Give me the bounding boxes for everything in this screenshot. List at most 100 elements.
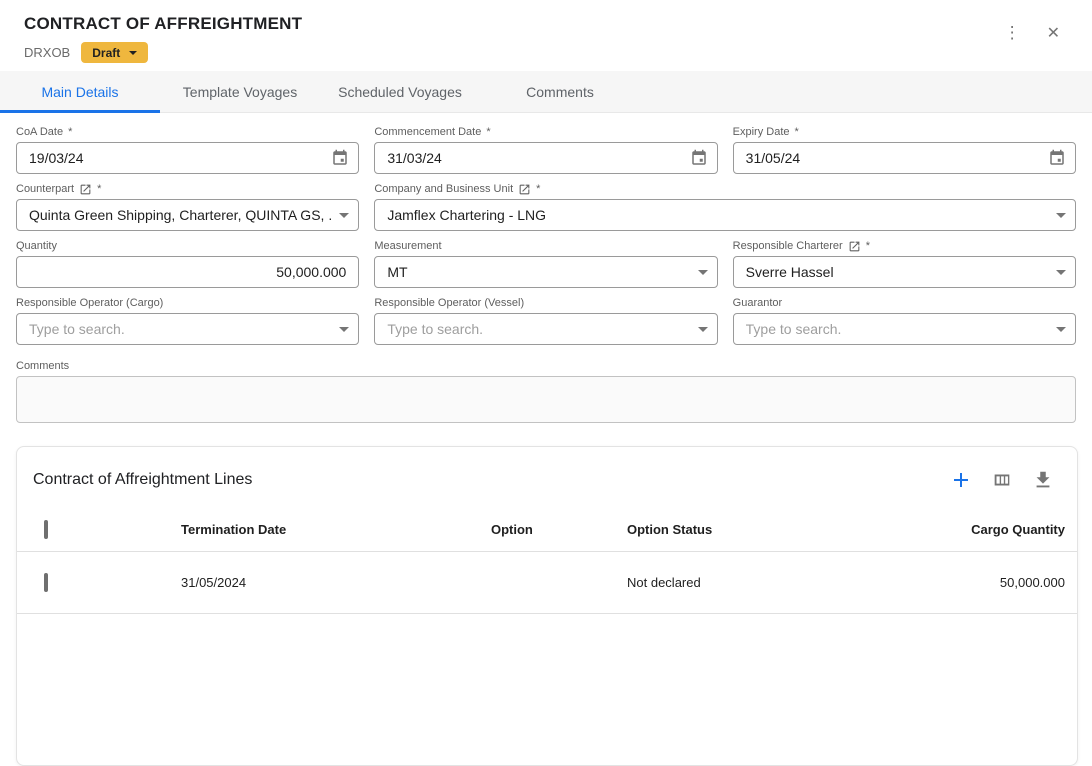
calendar-icon[interactable] bbox=[690, 149, 708, 167]
measurement-label: Measurement bbox=[374, 240, 441, 253]
expiry-date-input[interactable] bbox=[746, 150, 1042, 166]
coa-date-label: CoA Date bbox=[16, 126, 63, 139]
lines-table-header: Termination Date Option Option Status Ca… bbox=[17, 508, 1077, 552]
dropdown-caret-icon[interactable] bbox=[1056, 327, 1066, 332]
contract-lines-card: Contract of Affreightment Lines Terminat… bbox=[16, 446, 1078, 766]
field-quantity: Quantity bbox=[16, 240, 359, 288]
select-all-checkbox[interactable] bbox=[44, 520, 48, 539]
responsible-operator-vessel-label: Responsible Operator (Vessel) bbox=[374, 297, 524, 310]
field-guarantor: Guarantor bbox=[733, 297, 1076, 345]
responsible-charterer-input[interactable] bbox=[746, 264, 1050, 280]
columns-button[interactable] bbox=[990, 468, 1014, 492]
commencement-date-input[interactable] bbox=[387, 150, 683, 166]
commencement-date-label: Commencement Date bbox=[374, 126, 481, 139]
lines-card-title: Contract of Affreightment Lines bbox=[33, 471, 252, 489]
tab-scheduled-voyages[interactable]: Scheduled Voyages bbox=[320, 71, 480, 112]
required-marker: * bbox=[795, 126, 799, 139]
company-business-unit-select bbox=[374, 199, 1076, 231]
kebab-menu-button[interactable]: ⋮ bbox=[996, 22, 1029, 44]
row-cargo-quantity: 50,000.000 bbox=[875, 575, 1065, 590]
counterpart-input[interactable] bbox=[29, 207, 333, 223]
dropdown-caret-icon[interactable] bbox=[1056, 270, 1066, 275]
row-termination-date: 31/05/2024 bbox=[165, 575, 475, 590]
responsible-operator-cargo-label: Responsible Operator (Cargo) bbox=[16, 297, 163, 310]
header-subrow: DRXOB Draft bbox=[24, 42, 302, 63]
dropdown-caret-icon[interactable] bbox=[339, 213, 349, 218]
required-marker: * bbox=[68, 126, 72, 139]
responsible-charterer-select bbox=[733, 256, 1076, 288]
header-left: CONTRACT OF AFFREIGHTMENT DRXOB Draft bbox=[24, 13, 302, 63]
calendar-icon[interactable] bbox=[1048, 149, 1066, 167]
measurement-input[interactable] bbox=[387, 264, 691, 280]
dropdown-caret-icon[interactable] bbox=[339, 327, 349, 332]
field-responsible-operator-vessel: Responsible Operator (Vessel) bbox=[374, 297, 717, 345]
guarantor-label: Guarantor bbox=[733, 297, 783, 310]
external-link-icon[interactable] bbox=[79, 183, 92, 196]
table-row[interactable]: 31/05/2024 Not declared 50,000.000 bbox=[17, 552, 1077, 614]
plus-icon bbox=[949, 468, 973, 492]
dropdown-caret-icon[interactable] bbox=[1056, 213, 1066, 218]
chevron-down-icon bbox=[129, 51, 137, 55]
required-marker: * bbox=[866, 240, 870, 253]
calendar-icon[interactable] bbox=[331, 149, 349, 167]
external-link-icon[interactable] bbox=[848, 240, 861, 253]
responsible-operator-vessel-select bbox=[374, 313, 717, 345]
responsible-operator-cargo-input[interactable] bbox=[29, 321, 333, 337]
field-company-business-unit: Company and Business Unit* bbox=[374, 183, 1076, 231]
quantity-input[interactable] bbox=[29, 264, 349, 280]
expiry-date-label: Expiry Date bbox=[733, 126, 790, 139]
required-marker: * bbox=[97, 183, 101, 196]
row-option-status: Not declared bbox=[611, 575, 875, 590]
form-row-operators: Responsible Operator (Cargo) Responsible… bbox=[16, 297, 1076, 345]
dropdown-caret-icon[interactable] bbox=[698, 327, 708, 332]
responsible-charterer-label: Responsible Charterer bbox=[733, 240, 843, 253]
company-business-unit-label: Company and Business Unit bbox=[374, 183, 513, 196]
contract-code: DRXOB bbox=[24, 45, 70, 60]
field-counterpart: Counterpart * bbox=[16, 183, 359, 231]
field-responsible-operator-cargo: Responsible Operator (Cargo) bbox=[16, 297, 359, 345]
comments-textarea[interactable] bbox=[16, 376, 1076, 423]
column-header-option-status[interactable]: Option Status bbox=[611, 522, 875, 537]
responsible-operator-vessel-input[interactable] bbox=[387, 321, 691, 337]
tab-main-details[interactable]: Main Details bbox=[0, 71, 160, 112]
tab-template-voyages[interactable]: Template Voyages bbox=[160, 71, 320, 112]
form-row-counterpart: Counterpart * Company and Business Unit* bbox=[16, 183, 1076, 231]
responsible-operator-cargo-select bbox=[16, 313, 359, 345]
counterpart-label: Counterpart bbox=[16, 183, 74, 196]
comments-label: Comments bbox=[16, 360, 69, 373]
coa-date-field bbox=[16, 142, 359, 174]
guarantor-input[interactable] bbox=[746, 321, 1050, 337]
expiry-date-field bbox=[733, 142, 1076, 174]
commencement-date-field bbox=[374, 142, 717, 174]
lines-card-header: Contract of Affreightment Lines bbox=[17, 447, 1077, 508]
coa-date-input[interactable] bbox=[29, 150, 325, 166]
field-measurement: Measurement bbox=[374, 240, 717, 288]
dropdown-caret-icon[interactable] bbox=[698, 270, 708, 275]
quantity-field bbox=[16, 256, 359, 288]
column-header-termination-date[interactable]: Termination Date bbox=[165, 522, 475, 537]
view-columns-icon bbox=[991, 469, 1013, 491]
quantity-label: Quantity bbox=[16, 240, 57, 253]
counterpart-select bbox=[16, 199, 359, 231]
field-commencement-date: Commencement Date * bbox=[374, 126, 717, 174]
column-header-cargo-quantity[interactable]: Cargo Quantity bbox=[875, 522, 1065, 537]
field-coa-date: CoA Date * bbox=[16, 126, 359, 174]
download-icon bbox=[1032, 469, 1054, 491]
row-checkbox[interactable] bbox=[44, 573, 48, 592]
tab-comments[interactable]: Comments bbox=[480, 71, 640, 112]
field-comments: Comments bbox=[16, 360, 1076, 423]
form-row-dates: CoA Date * Commencement Date * Expiry Date… bbox=[16, 126, 1076, 174]
company-business-unit-input[interactable] bbox=[387, 207, 1050, 223]
close-button[interactable]: ✕ bbox=[1039, 21, 1068, 45]
add-line-button[interactable] bbox=[949, 468, 973, 492]
tab-bar: Main Details Template Voyages Scheduled … bbox=[0, 71, 1092, 113]
column-header-option[interactable]: Option bbox=[475, 522, 611, 537]
main-details-form: CoA Date * Commencement Date * Expiry Date… bbox=[0, 113, 1092, 423]
page-title: CONTRACT OF AFFREIGHTMENT bbox=[24, 14, 302, 34]
measurement-select bbox=[374, 256, 717, 288]
status-badge[interactable]: Draft bbox=[81, 42, 148, 63]
status-badge-label: Draft bbox=[92, 46, 120, 60]
required-marker: * bbox=[486, 126, 490, 139]
download-button[interactable] bbox=[1031, 468, 1055, 492]
external-link-icon[interactable] bbox=[518, 183, 531, 196]
